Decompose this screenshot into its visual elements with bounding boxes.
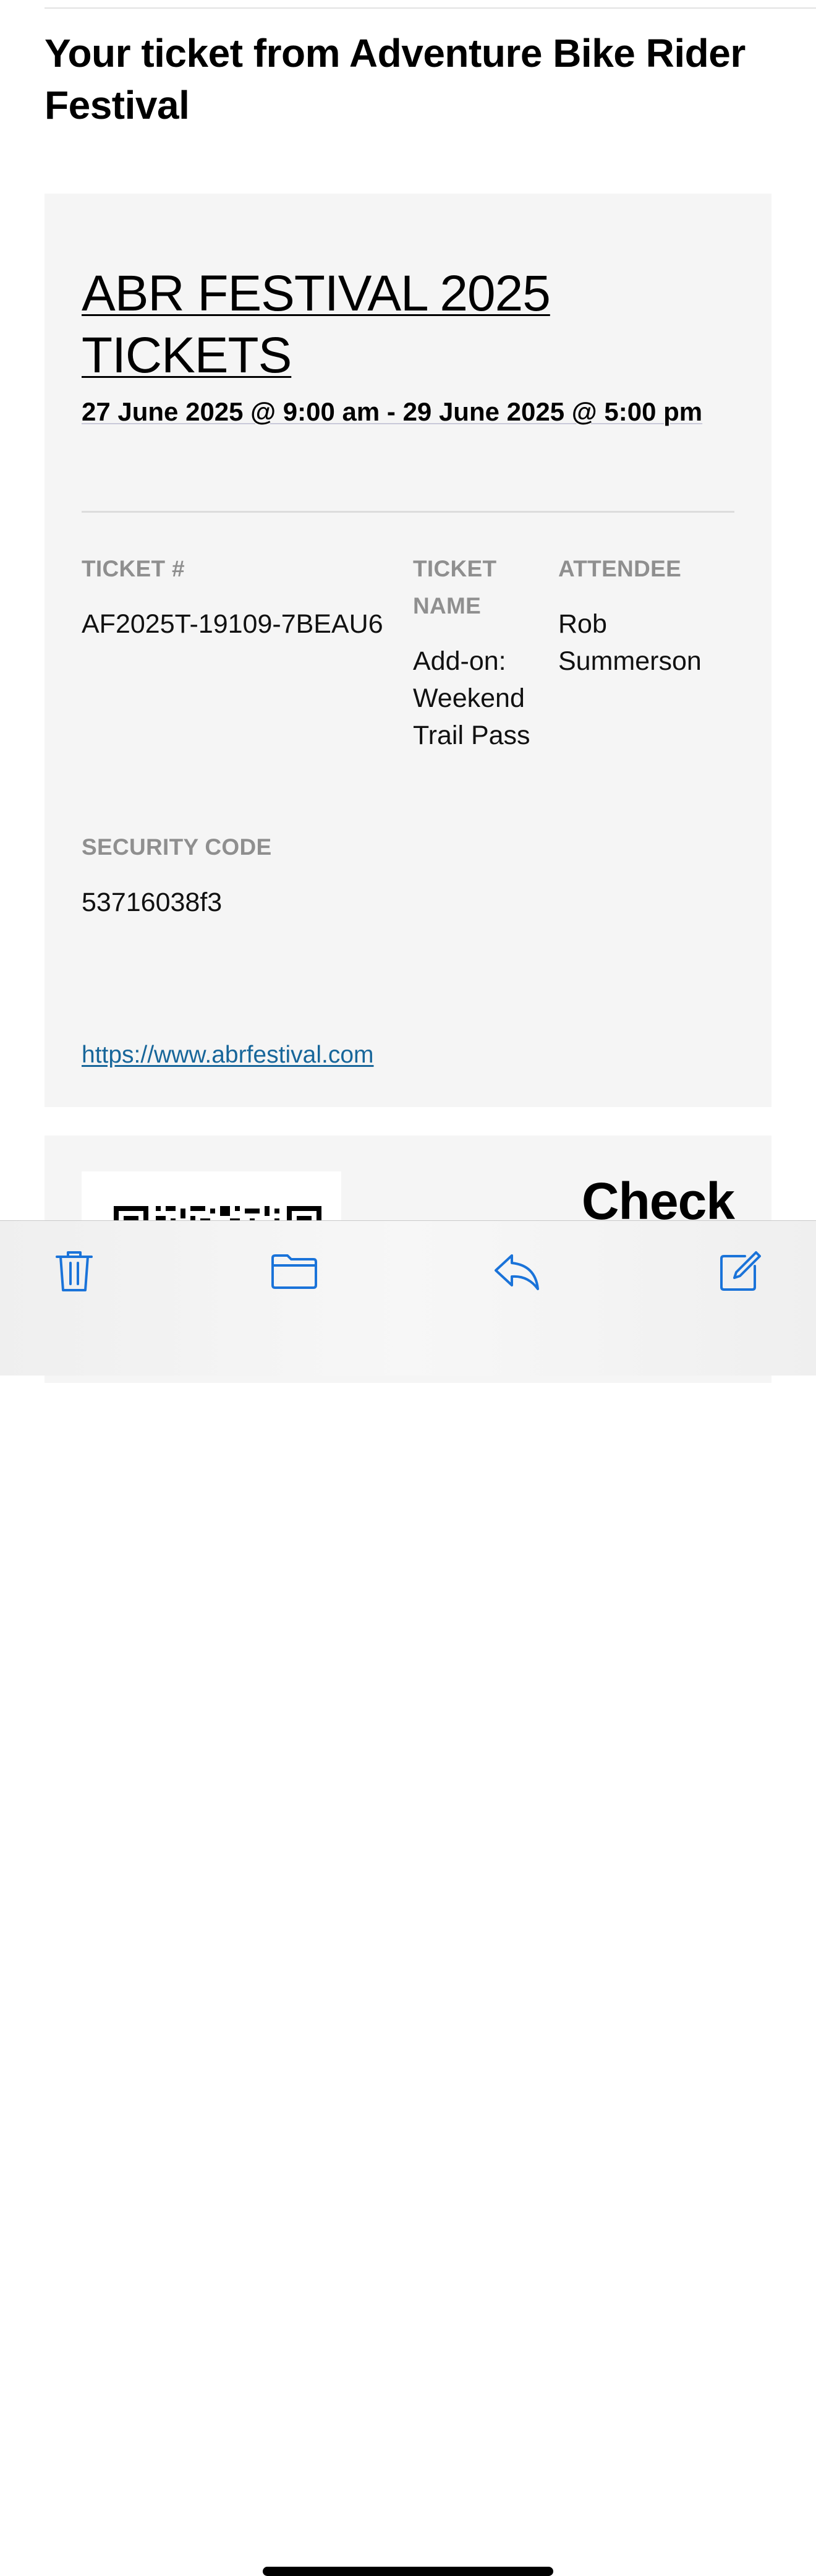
- ticket-number-value: AF2025T-19109-7BEAU6: [82, 609, 383, 639]
- attendee-value: Rob Summerson: [558, 609, 702, 676]
- security-code-label: SECURITY CODE: [82, 834, 272, 860]
- attendee-label: ATTENDEE: [558, 556, 682, 581]
- compose-button[interactable]: [715, 1247, 764, 1296]
- folder-icon: [271, 1254, 317, 1289]
- delete-button[interactable]: [49, 1247, 99, 1296]
- email-subject: Your ticket from Adventure Bike Rider Fe…: [45, 31, 746, 127]
- ticket-number-label: TICKET #: [82, 556, 185, 581]
- security-code-value: 53716038f3: [82, 888, 223, 917]
- event-dates-link[interactable]: 27 June 2025 @ 9:00 am - 29 June 2025 @ …: [82, 398, 725, 426]
- move-to-folder-button[interactable]: [270, 1247, 319, 1296]
- compose-icon: [720, 1251, 761, 1291]
- reply-button[interactable]: [492, 1247, 542, 1296]
- ticket-name-value: Add-on: Weekend Trail Pass: [413, 646, 530, 750]
- bottom-toolbar: [0, 1220, 816, 2576]
- reply-icon: [495, 1254, 539, 1290]
- website-link[interactable]: https://www.abrfestival.com: [82, 1040, 374, 1071]
- ticket-name-label: TICKET NAME: [413, 556, 497, 618]
- event-title-link[interactable]: ABR FESTIVAL 2025 TICKETS: [82, 263, 700, 387]
- header-divider: [45, 7, 816, 9]
- ticket-card: ABR FESTIVAL 2025 TICKETS 27 June 2025 @…: [45, 194, 771, 1107]
- home-indicator[interactable]: [263, 2567, 553, 2576]
- trash-icon: [56, 1251, 93, 1291]
- card-divider: [82, 511, 734, 513]
